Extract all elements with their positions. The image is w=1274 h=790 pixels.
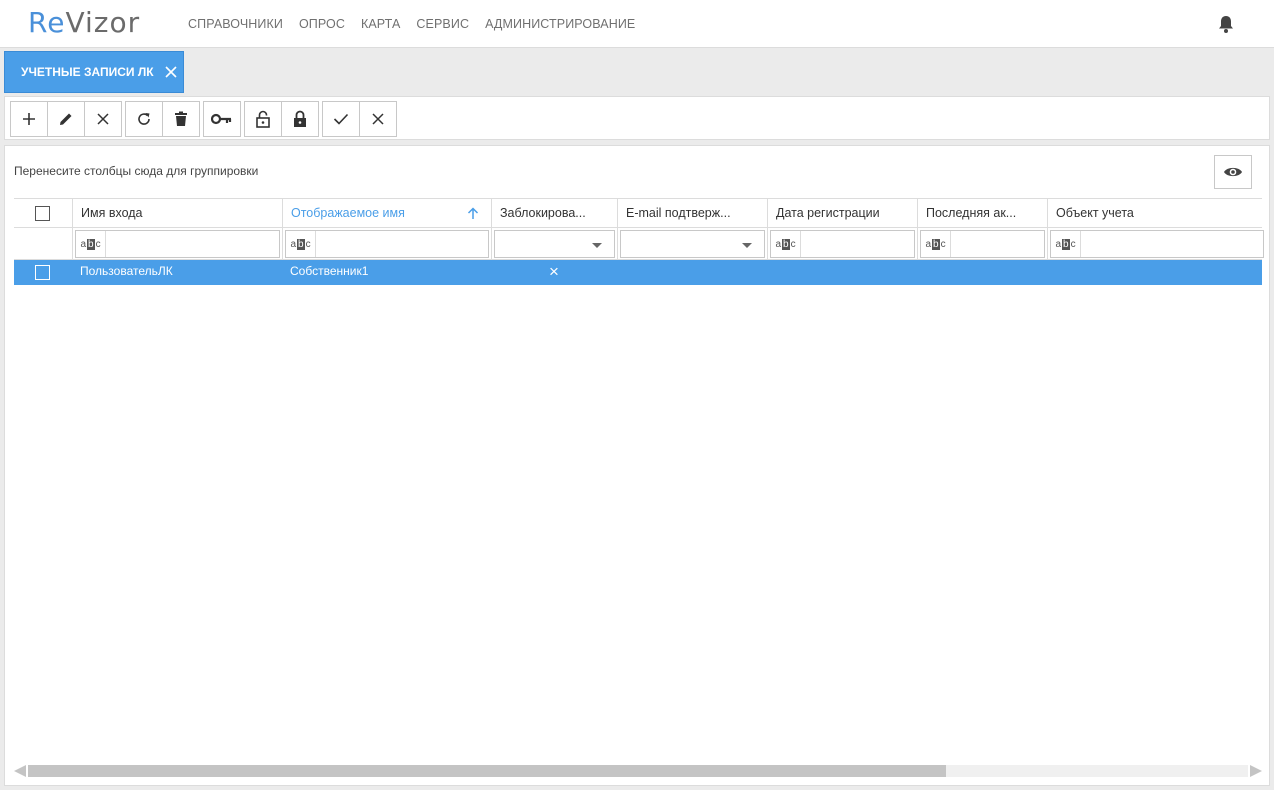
nav-item-directories[interactable]: СПРАВОЧНИКИ xyxy=(188,17,283,31)
sort-ascending-icon xyxy=(467,207,479,219)
text-filter-icon[interactable]: abc xyxy=(921,231,951,257)
filter-login: abc xyxy=(72,228,282,259)
nav-item-map[interactable]: КАРТА xyxy=(361,17,400,31)
refresh-icon xyxy=(138,113,150,125)
close-tab-icon[interactable] xyxy=(164,65,178,79)
column-chooser-button[interactable] xyxy=(1214,155,1252,189)
column-header-label: Отображаемое имя xyxy=(291,206,405,220)
filter-email-confirmed-select[interactable] xyxy=(620,230,765,258)
tab-label: УЧЕТНЫЕ ЗАПИСИ ЛК xyxy=(21,65,154,79)
tab-strip: УЧЕТНЫЕ ЗАПИСИ ЛК xyxy=(0,48,1274,96)
bell-icon[interactable] xyxy=(1216,14,1236,34)
filter-last-activity-input[interactable]: abc xyxy=(920,230,1045,258)
column-header-blocked[interactable]: Заблокирова... xyxy=(491,199,617,228)
nav-item-administration[interactable]: АДМИНИСТРИРОВАНИЕ xyxy=(485,17,635,31)
filter-blocked xyxy=(491,228,617,259)
header-row: Имя входа Отображаемое имя Заблокирова..… xyxy=(14,198,1262,228)
edit-button[interactable] xyxy=(47,101,85,137)
scroll-right-icon[interactable] xyxy=(1250,765,1262,777)
select-all-cell xyxy=(14,199,72,228)
nav-item-service[interactable]: СЕРВИС xyxy=(416,17,469,31)
filter-account-object: abc xyxy=(1047,228,1264,259)
text-filter-icon[interactable]: abc xyxy=(76,231,106,257)
tab-lk-accounts[interactable]: УЧЕТНЫЕ ЗАПИСИ ЛК xyxy=(4,51,184,93)
close-icon xyxy=(372,113,384,125)
cell-display-name: Собственник1 xyxy=(290,264,369,278)
horizontal-scrollbar[interactable] xyxy=(14,763,1262,778)
confirm-button[interactable] xyxy=(322,101,360,137)
lock-icon xyxy=(294,110,306,127)
add-button[interactable] xyxy=(10,101,48,137)
toolbar xyxy=(4,96,1270,140)
key-icon xyxy=(211,113,232,125)
main-nav: СПРАВОЧНИКИ ОПРОС КАРТА СЕРВИС АДМИНИСТР… xyxy=(180,0,643,48)
filter-email-confirmed xyxy=(617,228,767,259)
filter-login-input[interactable]: abc xyxy=(75,230,280,258)
lock-button[interactable] xyxy=(281,101,319,137)
filter-cell-empty xyxy=(14,228,72,259)
filter-blocked-select[interactable] xyxy=(494,230,615,258)
filter-account-object-input[interactable]: abc xyxy=(1050,230,1264,258)
unlock-button[interactable] xyxy=(244,101,282,137)
column-header-account-object[interactable]: Объект учета xyxy=(1047,199,1262,228)
refresh-button[interactable] xyxy=(125,101,163,137)
grid-panel: Перенесите столбцы сюда для группировки … xyxy=(4,145,1270,786)
row-checkbox[interactable] xyxy=(35,265,50,280)
filter-registration-date-input[interactable]: abc xyxy=(770,230,915,258)
column-header-last-activity[interactable]: Последняя ак... xyxy=(917,199,1047,228)
scrollbar-thumb[interactable] xyxy=(28,765,946,777)
delete-icon xyxy=(175,111,187,126)
filter-display-name: abc xyxy=(282,228,491,259)
key-button[interactable] xyxy=(203,101,241,137)
logo: ReVizor xyxy=(28,6,141,39)
edit-icon xyxy=(60,113,72,125)
check-icon xyxy=(333,113,349,125)
scroll-left-icon[interactable] xyxy=(14,765,26,777)
text-filter-icon[interactable]: abc xyxy=(286,231,316,257)
filter-display-name-input[interactable]: abc xyxy=(285,230,489,258)
table-row[interactable]: ПользовательЛК Собственник1 × xyxy=(14,260,1262,285)
filter-registration-date: abc xyxy=(767,228,917,259)
filter-last-activity: abc xyxy=(917,228,1047,259)
cancel-icon xyxy=(97,113,109,125)
cell-blocked: × xyxy=(549,262,559,281)
group-panel-hint: Перенесите столбцы сюда для группировки xyxy=(14,164,259,178)
column-header-display-name[interactable]: Отображаемое имя xyxy=(282,199,491,228)
column-header-registration-date[interactable]: Дата регистрации xyxy=(767,199,917,228)
delete-button[interactable] xyxy=(162,101,200,137)
eye-icon xyxy=(1224,167,1242,177)
column-header-login[interactable]: Имя входа xyxy=(72,199,282,228)
unlock-icon xyxy=(256,110,270,128)
cell-login: ПользовательЛК xyxy=(80,264,173,278)
discard-button[interactable] xyxy=(359,101,397,137)
top-bar: ReVizor СПРАВОЧНИКИ ОПРОС КАРТА СЕРВИС А… xyxy=(0,0,1274,48)
chevron-down-icon xyxy=(592,243,602,248)
select-all-checkbox[interactable] xyxy=(35,206,50,221)
cancel-button[interactable] xyxy=(84,101,122,137)
text-filter-icon[interactable]: abc xyxy=(771,231,801,257)
add-icon xyxy=(23,113,35,125)
nav-item-survey[interactable]: ОПРОС xyxy=(299,17,345,31)
row-select-cell xyxy=(14,260,72,285)
filter-row: abc abc abc abc abc xyxy=(14,228,1264,260)
text-filter-icon[interactable]: abc xyxy=(1051,231,1081,257)
chevron-down-icon xyxy=(742,243,752,248)
column-header-email-confirmed[interactable]: E-mail подтверж... xyxy=(617,199,767,228)
